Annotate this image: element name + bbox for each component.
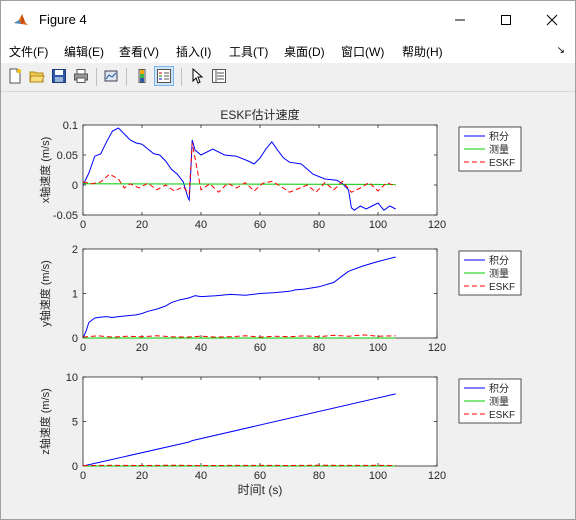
x-tick-label: 100 <box>369 219 387 231</box>
insert-colorbar-button[interactable] <box>132 66 152 86</box>
x-tick-label: 60 <box>254 342 266 354</box>
x-tick-label: 0 <box>80 470 86 482</box>
maximize-button[interactable] <box>483 1 529 39</box>
save-disk-icon <box>52 69 66 83</box>
x-tick-label: 40 <box>195 470 207 482</box>
chart-title: ESKF估计速度 <box>220 107 299 122</box>
new-figure-button[interactable] <box>5 66 25 86</box>
insert-legend-button[interactable] <box>154 66 174 86</box>
y-tick-label: 0 <box>72 180 78 192</box>
menu-desktop[interactable]: 桌面(D) <box>284 43 325 60</box>
plot-axes-3[interactable] <box>82 376 438 467</box>
x-tick-label: 80 <box>313 219 325 231</box>
toolbar <box>1 63 575 92</box>
arrow-cursor-icon <box>192 68 204 84</box>
x-axis-label: 时间t (s) <box>238 483 283 497</box>
x-tick-label: 20 <box>136 470 148 482</box>
toolbar-separator <box>96 68 97 86</box>
link-plot-icon <box>104 70 118 82</box>
y-tick-label: 2 <box>72 244 78 256</box>
open-folder-icon <box>29 71 45 83</box>
edit-plot-button[interactable] <box>187 66 207 86</box>
y-axis-label: y轴速度 (m/s) <box>38 260 52 327</box>
minimize-icon <box>455 19 465 21</box>
y-tick-label: -0.05 <box>53 210 78 222</box>
x-tick-label: 20 <box>136 219 148 231</box>
window-title: Figure 4 <box>39 12 87 27</box>
x-tick-label: 120 <box>428 219 446 231</box>
link-plot-button[interactable] <box>101 66 121 86</box>
menu-window[interactable]: 窗口(W) <box>341 43 384 60</box>
x-tick-label: 80 <box>313 342 325 354</box>
legend-label: 积分 <box>489 255 509 267</box>
property-inspector-icon <box>212 69 226 83</box>
legend-label: 测量 <box>489 267 509 280</box>
y-tick-label: 0 <box>72 461 78 473</box>
legend-label: 测量 <box>489 395 509 408</box>
x-tick-label: 20 <box>136 342 148 354</box>
plot-axes-1[interactable] <box>82 124 438 216</box>
y-tick-label: 1 <box>72 289 78 301</box>
legend-label: ESKF <box>489 158 515 169</box>
y-tick-label: 0.1 <box>63 120 78 132</box>
title-bar[interactable]: Figure 4 <box>1 1 575 39</box>
figure-plots: 0 20 40 60 80 100 120-0.0500.050.1ESKF估计速度x轴速度… <box>38 107 522 497</box>
save-button[interactable] <box>49 66 69 86</box>
menu-help[interactable]: 帮助(H) <box>402 43 443 60</box>
colorbar-icon <box>138 69 146 83</box>
legend-label: 测量 <box>489 143 509 156</box>
y-axis-label: x轴速度 (m/s) <box>38 137 52 204</box>
x-tick-label: 60 <box>254 219 266 231</box>
menu-edit[interactable]: 编辑(E) <box>64 43 104 60</box>
menu-tools[interactable]: 工具(T) <box>229 43 268 60</box>
legend-label: ESKF <box>489 410 515 421</box>
toolbar-separator <box>126 68 127 86</box>
property-inspector-button[interactable] <box>209 66 229 86</box>
x-tick-label: 40 <box>195 219 207 231</box>
legend-icon <box>157 69 171 83</box>
menu-file[interactable]: 文件(F) <box>9 43 48 60</box>
matlab-logo-icon <box>14 14 28 25</box>
menu-insert[interactable]: 插入(I) <box>176 43 211 60</box>
maximize-icon <box>501 15 511 25</box>
figure-canvas: 0 20 40 60 80 100 120 -0.05 0 0.05 0.1 ESKF估计速度 x轴速度… <box>9 92 567 512</box>
printer-icon <box>74 69 88 83</box>
print-button[interactable] <box>71 66 91 86</box>
x-tick-label: 80 <box>313 470 325 482</box>
x-tick-label: 0 <box>80 342 86 354</box>
x-tick-label: 100 <box>369 470 387 482</box>
close-button[interactable] <box>529 1 575 39</box>
menu-bar: 文件(F) 编辑(E) 查看(V) 插入(I) 工具(T) 桌面(D) 窗口(W… <box>1 39 575 63</box>
y-tick-label: 5 <box>72 417 78 429</box>
x-tick-label: 120 <box>428 342 446 354</box>
x-tick-label: 120 <box>428 470 446 482</box>
menu-view[interactable]: 查看(V) <box>119 43 159 60</box>
figure-window: Figure 4 文件(F) 编辑(E) 查看(V) 插入(I) 工具(T) 桌… <box>0 0 576 520</box>
new-file-icon <box>9 68 21 84</box>
x-tick-label: 40 <box>195 342 207 354</box>
x-tick-label: 100 <box>369 342 387 354</box>
dock-arrow-icon[interactable]: ↘ <box>557 45 565 56</box>
y-axis-label: z轴速度 (m/s) <box>38 388 52 455</box>
legend-label: 积分 <box>489 131 509 143</box>
minimize-button[interactable] <box>437 1 483 39</box>
x-tick-label: 0 <box>80 219 86 231</box>
close-icon <box>546 14 558 26</box>
open-file-button[interactable] <box>27 66 47 86</box>
toolbar-separator <box>181 68 182 86</box>
y-tick-label: 0.05 <box>57 150 78 162</box>
legend-label: 积分 <box>489 383 509 395</box>
x-tick-label: 60 <box>254 470 266 482</box>
legend-label: ESKF <box>489 282 515 293</box>
y-tick-label: 10 <box>66 372 78 384</box>
y-tick-label: 0 <box>72 333 78 345</box>
